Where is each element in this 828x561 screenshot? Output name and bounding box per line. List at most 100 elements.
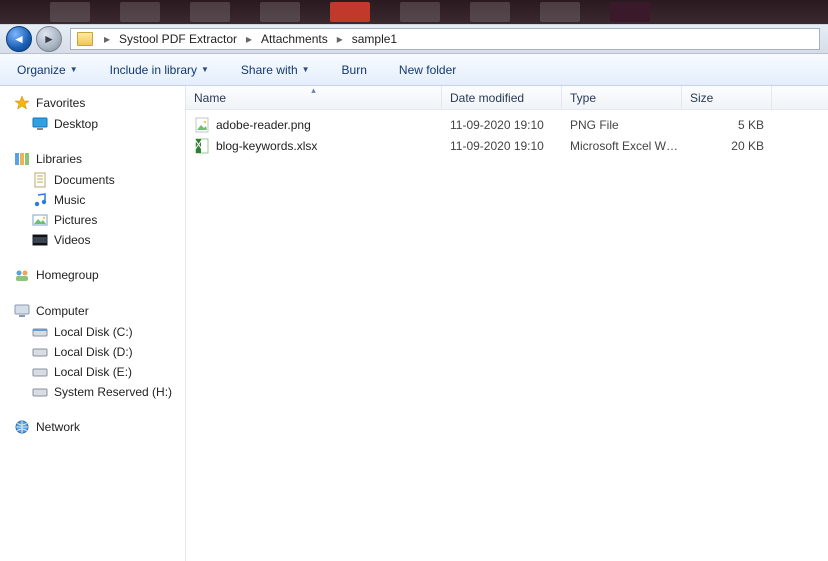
star-icon	[14, 95, 30, 111]
breadcrumb-item[interactable]: Attachments	[257, 29, 332, 49]
homegroup-icon	[14, 267, 30, 283]
sidebar-item-label: Documents	[54, 173, 115, 187]
sidebar-item-videos[interactable]: Videos	[0, 230, 185, 250]
sidebar-item-documents[interactable]: Documents	[0, 170, 185, 190]
organize-button[interactable]: Organize ▼	[12, 59, 83, 81]
png-file-icon	[194, 117, 210, 133]
sidebar-item-label: System Reserved (H:)	[54, 385, 172, 399]
breadcrumb-item[interactable]: sample1	[348, 29, 401, 49]
back-button[interactable]: ◄	[6, 26, 32, 52]
breadcrumb-separator[interactable]: ▸	[332, 29, 348, 49]
column-header-type[interactable]: Type	[562, 86, 682, 109]
breadcrumb-separator[interactable]: ▸	[241, 29, 257, 49]
sidebar-group-homegroup: Homegroup	[0, 264, 185, 286]
sidebar-item-pictures[interactable]: Pictures	[0, 210, 185, 230]
file-date-cell: 11-09-2020 19:10	[442, 118, 562, 132]
column-header-date[interactable]: Date modified	[442, 86, 562, 109]
column-header-name[interactable]: Name ▴	[186, 86, 442, 109]
chevron-down-icon: ▼	[201, 65, 209, 74]
address-bar-row: ◄ ► ▸ Systool PDF Extractor ▸ Attachment…	[0, 24, 828, 54]
sidebar-item-label: Videos	[54, 233, 90, 247]
sidebar-header-favorites[interactable]: Favorites	[0, 92, 185, 114]
taskbar-thumb	[190, 2, 230, 22]
include-in-library-button[interactable]: Include in library ▼	[105, 59, 214, 81]
computer-icon	[14, 303, 30, 319]
disk-icon	[32, 344, 48, 360]
column-label: Size	[690, 91, 713, 105]
window-top-band	[0, 0, 828, 24]
taskbar-thumb	[400, 2, 440, 22]
sidebar-item-label: Local Disk (E:)	[54, 365, 132, 379]
forward-button[interactable]: ►	[36, 26, 62, 52]
sidebar-header-computer[interactable]: Computer	[0, 300, 185, 322]
taskbar-thumb	[610, 2, 650, 22]
file-type-cell: Microsoft Excel W…	[562, 139, 682, 153]
new-folder-button[interactable]: New folder	[394, 59, 461, 81]
file-row[interactable]: adobe-reader.png 11-09-2020 19:10 PNG Fi…	[186, 114, 828, 135]
sidebar-item-label: Desktop	[54, 117, 98, 131]
chevron-down-icon: ▼	[70, 65, 78, 74]
disk-icon	[32, 324, 48, 340]
file-rows: adobe-reader.png 11-09-2020 19:10 PNG Fi…	[186, 110, 828, 156]
new-folder-label: New folder	[399, 63, 456, 77]
taskbar-thumb	[260, 2, 300, 22]
homegroup-label: Homegroup	[36, 268, 99, 282]
file-list-pane: Name ▴ Date modified Type Size adobe-rea…	[186, 86, 828, 561]
share-with-button[interactable]: Share with ▼	[236, 59, 315, 81]
address-bar[interactable]: ▸ Systool PDF Extractor ▸ Attachments ▸ …	[70, 28, 820, 50]
videos-icon	[32, 232, 48, 248]
taskbar-thumb	[50, 2, 90, 22]
sidebar-group-favorites: Favorites Desktop	[0, 92, 185, 134]
computer-label: Computer	[36, 304, 89, 318]
taskbar-thumb	[470, 2, 510, 22]
sidebar-item-label: Pictures	[54, 213, 97, 227]
favorites-label: Favorites	[36, 96, 85, 110]
column-label: Type	[570, 91, 596, 105]
sidebar-group-libraries: Libraries Documents Music Pictures	[0, 148, 185, 250]
sidebar-header-libraries[interactable]: Libraries	[0, 148, 185, 170]
file-size-cell: 5 KB	[682, 118, 772, 132]
libraries-icon	[14, 151, 30, 167]
file-row[interactable]: X blog-keywords.xlsx 11-09-2020 19:10 Mi…	[186, 135, 828, 156]
breadcrumb-item[interactable]: Systool PDF Extractor	[115, 29, 241, 49]
column-label: Name	[194, 91, 226, 105]
taskbar-thumb	[330, 2, 370, 22]
file-type-cell: PNG File	[562, 118, 682, 132]
main-area: Favorites Desktop Libraries Document	[0, 86, 828, 561]
sidebar-group-network: Network	[0, 416, 185, 438]
arrow-right-icon: ►	[43, 32, 55, 46]
taskbar-thumb	[120, 2, 160, 22]
network-label: Network	[36, 420, 80, 434]
sidebar-item-disk-c[interactable]: Local Disk (C:)	[0, 322, 185, 342]
sidebar-item-disk-d[interactable]: Local Disk (D:)	[0, 342, 185, 362]
include-label: Include in library	[110, 63, 197, 77]
arrow-left-icon: ◄	[13, 32, 25, 46]
sidebar-item-label: Local Disk (D:)	[54, 345, 133, 359]
burn-label: Burn	[342, 63, 367, 77]
breadcrumb-separator[interactable]: ▸	[99, 29, 115, 49]
sidebar-header-homegroup[interactable]: Homegroup	[0, 264, 185, 286]
column-label: Date modified	[450, 91, 524, 105]
sidebar-item-disk-e[interactable]: Local Disk (E:)	[0, 362, 185, 382]
file-name-cell: X blog-keywords.xlsx	[186, 138, 442, 154]
network-icon	[14, 419, 30, 435]
navigation-sidebar: Favorites Desktop Libraries Document	[0, 86, 186, 561]
file-size-cell: 20 KB	[682, 139, 772, 153]
disk-icon	[32, 364, 48, 380]
sidebar-item-label: Music	[54, 193, 85, 207]
pictures-icon	[32, 212, 48, 228]
chevron-down-icon: ▼	[302, 65, 310, 74]
sidebar-item-music[interactable]: Music	[0, 190, 185, 210]
burn-button[interactable]: Burn	[337, 59, 372, 81]
file-name: blog-keywords.xlsx	[216, 139, 317, 153]
sidebar-header-network[interactable]: Network	[0, 416, 185, 438]
column-header-size[interactable]: Size	[682, 86, 772, 109]
sidebar-item-label: Local Disk (C:)	[54, 325, 133, 339]
sidebar-item-desktop[interactable]: Desktop	[0, 114, 185, 134]
column-headers: Name ▴ Date modified Type Size	[186, 86, 828, 110]
command-toolbar: Organize ▼ Include in library ▼ Share wi…	[0, 54, 828, 86]
sidebar-group-computer: Computer Local Disk (C:) Local Disk (D:)…	[0, 300, 185, 402]
file-name: adobe-reader.png	[216, 118, 311, 132]
taskbar-thumb	[540, 2, 580, 22]
sidebar-item-disk-h[interactable]: System Reserved (H:)	[0, 382, 185, 402]
